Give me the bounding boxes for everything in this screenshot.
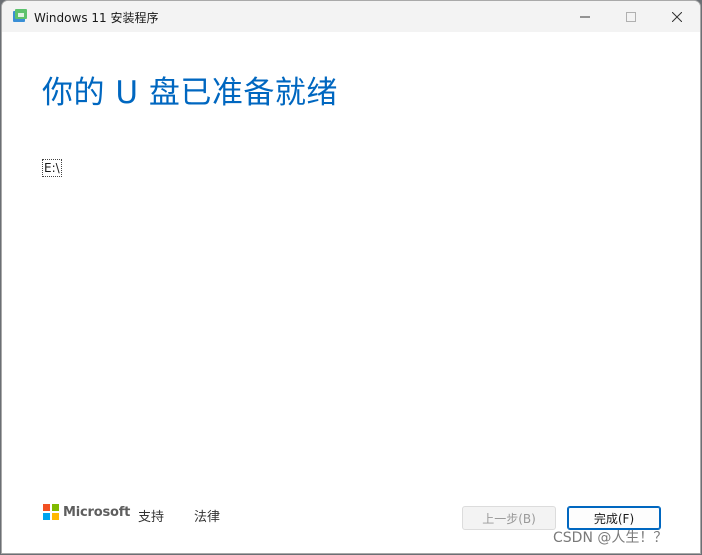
window-title: Windows 11 安装程序 — [34, 11, 159, 25]
setup-app-icon — [13, 9, 27, 22]
maximize-button[interactable] — [608, 1, 654, 32]
minimize-icon — [580, 16, 590, 17]
microsoft-logo-icon — [43, 504, 59, 520]
maximize-icon — [626, 11, 636, 22]
page-heading: 你的 U 盘已准备就绪 — [42, 75, 338, 111]
minimize-button[interactable] — [562, 1, 608, 32]
legal-link[interactable]: 法律 — [194, 506, 220, 525]
title-bar[interactable]: Windows 11 安装程序 — [2, 1, 700, 32]
close-icon — [672, 11, 682, 22]
watermark-text: CSDN @人生！？ — [553, 530, 668, 546]
setup-window: Windows 11 安装程序 你的 U 盘已准备就绪 E:\ Microsof… — [1, 0, 701, 554]
drive-label[interactable]: E:\ — [42, 159, 62, 177]
close-button[interactable] — [654, 1, 700, 32]
support-link[interactable]: 支持 — [138, 506, 164, 525]
microsoft-logo: Microsoft — [43, 504, 130, 520]
microsoft-brand-text: Microsoft — [63, 504, 131, 520]
back-button[interactable]: 上一步(B) — [462, 506, 556, 530]
